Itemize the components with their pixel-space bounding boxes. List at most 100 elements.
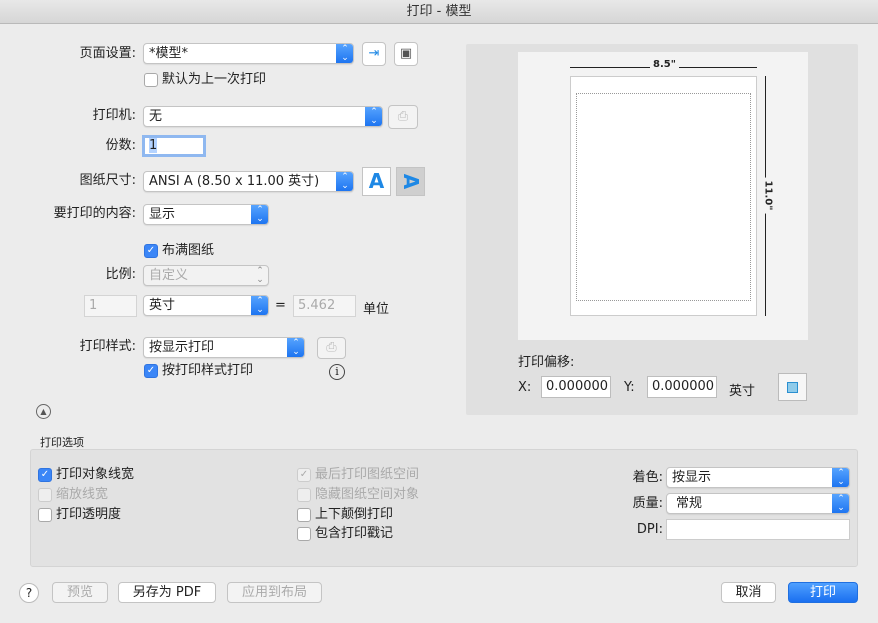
printer-edit-icon: ⎙ [326, 340, 337, 355]
scale-value: 自定义 [149, 268, 189, 283]
what-to-print-value: 显示 [149, 207, 176, 222]
shading-select[interactable]: 按显示 ⌃ ⌄ [666, 467, 850, 488]
scale-lineweight-checkbox[interactable] [38, 488, 52, 502]
paperspace-last-checkbox[interactable]: ✓ [297, 468, 311, 482]
chevron-updown-icon: ⌃ ⌄ [832, 468, 849, 487]
lineweight-label: 打印对象线宽 [56, 467, 135, 482]
upside-down-checkbox[interactable] [297, 508, 311, 522]
shading-value: 按显示 [672, 470, 712, 485]
printer-select[interactable]: 无 ⌃ ⌄ [143, 106, 383, 127]
save-icon: ▣ [399, 46, 413, 61]
upside-down-label: 上下颠倒打印 [315, 507, 394, 522]
scale-unit-value: 英寸 [149, 298, 176, 313]
printer-value: 无 [149, 109, 163, 124]
preview-panel: 8.5" 11.0" 打印偏移: X: 0.000000 Y: 0.000000… [466, 44, 858, 415]
print-by-style-checkbox[interactable]: ✓ [144, 364, 158, 378]
plot-stamp-label: 包含打印戳记 [315, 526, 394, 541]
height-label: 11.0" [762, 177, 774, 214]
dpi-input[interactable] [666, 519, 850, 540]
import-icon: ⇥ [368, 46, 380, 61]
drawing-units-input[interactable]: 5.462 [293, 295, 356, 317]
printer-properties-button[interactable]: ⎙ [388, 105, 418, 129]
chevron-updown-icon: ⌃ ⌄ [251, 296, 268, 315]
printer-icon: ⎙ [397, 109, 409, 124]
printer-label: 打印机: [92, 108, 136, 123]
preview-area: 8.5" 11.0" [518, 52, 808, 340]
chevron-updown-icon: ⌃ ⌄ [365, 107, 382, 126]
center-icon [787, 382, 798, 393]
paperspace-last-label: 最后打印图纸空间 [315, 467, 420, 482]
collapse-toggle-icon[interactable]: ▲ [36, 404, 51, 419]
landscape-icon: A [398, 173, 423, 190]
drawing-units-label: 单位 [363, 302, 390, 317]
paper-size-value: ANSI A (8.50 x 11.00 英寸) [149, 174, 320, 189]
save-page-setup-button[interactable]: ▣ [394, 42, 418, 66]
transparency-label: 打印透明度 [56, 507, 122, 522]
quality-value: 常规 [676, 496, 703, 511]
quality-select[interactable]: 常规 ⌃ ⌄ [666, 493, 850, 514]
portrait-button[interactable]: A [362, 167, 391, 196]
offset-label: 打印偏移: [518, 355, 575, 370]
scale-units-input[interactable]: 1 [84, 295, 137, 317]
copies-input[interactable]: 1 [142, 135, 206, 157]
equals-sign: = [275, 298, 286, 313]
paper-preview [570, 76, 757, 316]
portrait-icon: A [368, 169, 385, 193]
center-plot-button[interactable] [778, 373, 807, 401]
landscape-button[interactable]: A [396, 167, 425, 196]
hide-paperspace-label: 隐藏图纸空间对象 [315, 487, 420, 502]
quality-label: 质量: [632, 496, 663, 511]
cancel-button[interactable]: 取消 [721, 582, 776, 603]
plot-style-select[interactable]: 按显示打印 ⌃ ⌄ [143, 337, 305, 358]
offset-y-label: Y: [624, 380, 635, 395]
scale-unit-select[interactable]: 英寸 ⌃ ⌄ [143, 295, 269, 316]
info-icon[interactable]: i [329, 364, 345, 380]
copies-label: 份数: [105, 138, 136, 153]
help-button[interactable]: ? [19, 583, 39, 603]
chevron-updown-icon: ⌃ ⌄ [336, 44, 353, 63]
save-as-pdf-button[interactable]: 另存为 PDF [118, 582, 216, 603]
default-last-checkbox[interactable] [144, 73, 158, 87]
chevron-updown-icon: ⌃ ⌄ [256, 266, 264, 285]
print-by-style-label: 按打印样式打印 [162, 363, 254, 378]
what-to-print-select[interactable]: 显示 ⌃ ⌄ [143, 204, 269, 225]
scale-select[interactable]: 自定义 ⌃ ⌄ [143, 265, 269, 286]
plot-style-label: 打印样式: [79, 339, 136, 354]
printable-area [576, 93, 751, 301]
offset-unit: 英寸 [729, 384, 756, 399]
page-setup-select[interactable]: *模型* ⌃ ⌄ [143, 43, 354, 64]
transparency-checkbox[interactable] [38, 508, 52, 522]
scale-lineweight-label: 缩放线宽 [56, 487, 109, 502]
fit-to-paper-checkbox[interactable]: ✓ [144, 244, 158, 258]
shading-label: 着色: [632, 470, 663, 485]
paper-size-label: 图纸尺寸: [79, 173, 136, 188]
import-page-setup-button[interactable]: ⇥ [362, 42, 386, 66]
chevron-updown-icon: ⌃ ⌄ [832, 494, 849, 513]
chevron-updown-icon: ⌃ ⌄ [251, 205, 268, 224]
width-label: 8.5" [650, 59, 679, 70]
offset-x-input[interactable]: 0.000000 [541, 376, 611, 398]
offset-y-input[interactable]: 0.000000 [647, 376, 717, 398]
page-setup-value: *模型* [149, 46, 189, 61]
default-last-label: 默认为上一次打印 [162, 72, 267, 87]
dpi-label: DPI: [636, 522, 663, 537]
edit-plot-style-button[interactable]: ⎙ [317, 337, 346, 359]
plot-style-value: 按显示打印 [149, 340, 215, 355]
chevron-updown-icon: ⌃ ⌄ [336, 172, 353, 191]
page-setup-label: 页面设置: [79, 46, 136, 61]
what-to-print-label: 要打印的内容: [53, 206, 136, 221]
paper-size-select[interactable]: ANSI A (8.50 x 11.00 英寸) ⌃ ⌄ [143, 171, 354, 192]
apply-to-layout-button[interactable]: 应用到布局 [227, 582, 322, 603]
print-button[interactable]: 打印 [788, 582, 858, 603]
options-title: 打印选项 [40, 436, 84, 449]
hide-paperspace-checkbox[interactable] [297, 488, 311, 502]
plot-stamp-checkbox[interactable] [297, 527, 311, 541]
scale-label: 比例: [105, 267, 136, 282]
window-title: 打印 - 模型 [0, 0, 878, 24]
chevron-updown-icon: ⌃ ⌄ [287, 338, 304, 357]
fit-to-paper-label: 布满图纸 [162, 243, 215, 258]
lineweight-checkbox[interactable]: ✓ [38, 468, 52, 482]
offset-x-label: X: [518, 380, 532, 395]
preview-button[interactable]: 预览 [52, 582, 108, 603]
copies-value: 1 [149, 138, 158, 153]
